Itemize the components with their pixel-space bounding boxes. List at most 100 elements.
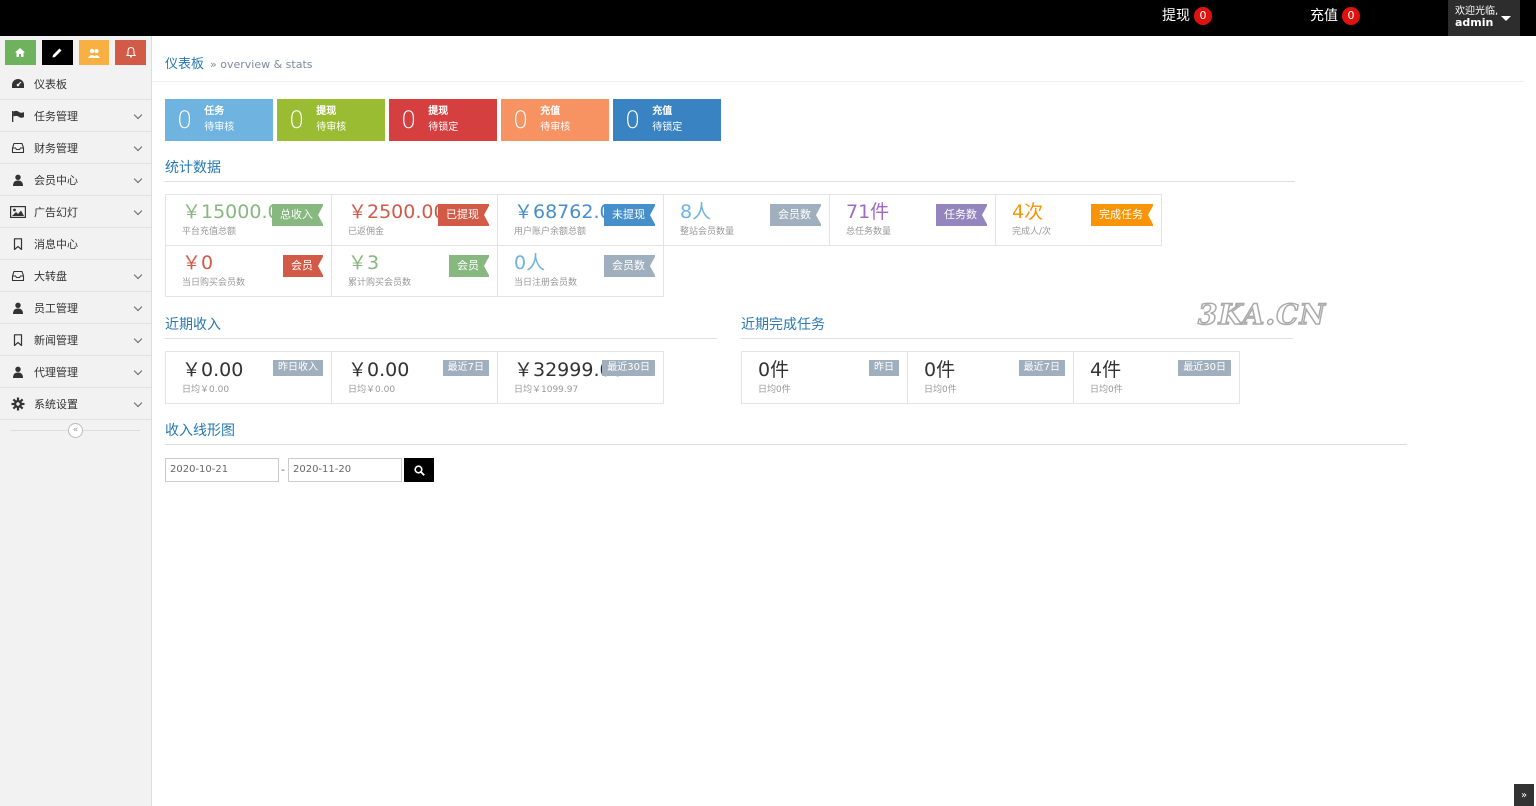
home-shortcut-button[interactable] bbox=[5, 40, 36, 65]
stat-ribbon: 会员 bbox=[283, 255, 324, 277]
bell-icon bbox=[125, 47, 136, 58]
chevron-down-icon bbox=[133, 142, 143, 152]
tile-label-line2: 待审核 bbox=[204, 122, 235, 133]
summary-tile[interactable]: 0 提现 待审核 bbox=[277, 99, 385, 141]
summary-tile[interactable]: 0 充值 待审核 bbox=[501, 99, 609, 141]
tile-count: 0 bbox=[625, 106, 641, 134]
user-icon bbox=[10, 301, 26, 315]
tile-label-line2: 待审核 bbox=[540, 122, 571, 133]
dashboard-icon bbox=[10, 77, 26, 91]
sidebar-item-10[interactable]: 系统设置 bbox=[0, 388, 151, 420]
page-title[interactable]: 仪表板 bbox=[165, 57, 204, 72]
box-description: 日均0件 bbox=[758, 385, 791, 395]
sidebar-item-5[interactable]: 消息中心 bbox=[0, 228, 151, 260]
sidebar-item-label: 新闻管理 bbox=[34, 333, 78, 347]
sidebar-item-label: 任务管理 bbox=[34, 109, 78, 123]
stats-row: ￥0 当日购买会员数 会员 ￥3 累计购买会员数 会员 0人 当日注册会员数 会员数 bbox=[165, 245, 1161, 297]
sidebar-item-2[interactable]: 财务管理 bbox=[0, 132, 151, 164]
period-tag: 最近7日 bbox=[442, 360, 489, 376]
sidebar-shortcuts bbox=[0, 36, 151, 68]
income-box: ￥0.00 日均￥0.00 昨日收入 bbox=[165, 351, 332, 404]
summary-tile[interactable]: 0 任务待审核 bbox=[165, 99, 273, 141]
tile-label-line2: 待锁定 bbox=[428, 122, 459, 133]
search-button[interactable] bbox=[404, 458, 434, 482]
tile-count: 0 bbox=[177, 106, 193, 134]
withdraw-notice[interactable]: 提现 0 bbox=[1162, 6, 1212, 26]
chevron-down-icon bbox=[133, 206, 143, 216]
box-description: 日均￥0.00 bbox=[348, 385, 396, 395]
box-description: 日均￥0.00 bbox=[182, 385, 230, 395]
period-tag: 最近7日 bbox=[1018, 360, 1065, 376]
sidebar-item-8[interactable]: 新闻管理 bbox=[0, 324, 151, 356]
tasks-box: 0件 日均0件 昨日 bbox=[741, 351, 908, 404]
divider bbox=[152, 81, 1524, 82]
stat-box: 8人 整站会员数量 会员数 bbox=[663, 194, 830, 246]
sidebar-collapse-row: « bbox=[0, 420, 151, 442]
pencil-icon bbox=[52, 48, 62, 57]
users-shortcut-button[interactable] bbox=[78, 40, 110, 65]
stat-ribbon: 会员 bbox=[449, 255, 490, 277]
sidebar-item-3[interactable]: 会员中心 bbox=[0, 164, 151, 196]
period-tag: 最近30日 bbox=[602, 360, 655, 376]
tile-label: 充值 待审核 bbox=[540, 104, 570, 136]
tile-label: 提现 待审核 bbox=[316, 104, 346, 136]
income-box: ￥32999.00 日均￥1099.97 最近30日 bbox=[497, 351, 664, 404]
chevron-down-icon bbox=[133, 398, 143, 408]
user-menu[interactable]: 欢迎光临, admin bbox=[1448, 0, 1520, 36]
stat-box: ￥3 累计购买会员数 会员 bbox=[331, 245, 498, 297]
date-from-input[interactable]: 2020-10-21 bbox=[165, 458, 279, 482]
edit-shortcut-button[interactable] bbox=[41, 40, 73, 65]
box-description: 日均￥1099.97 bbox=[514, 385, 579, 395]
chevron-down-icon bbox=[133, 334, 143, 344]
tile-label-line2: 待审核 bbox=[316, 122, 347, 133]
sidebar-item-6[interactable]: 大转盘 bbox=[0, 260, 151, 292]
tile-label-line1: 任务 bbox=[204, 106, 225, 117]
search-icon bbox=[413, 464, 425, 476]
inbox-icon bbox=[10, 141, 26, 155]
tasks-box: 0件 日均0件 最近7日 bbox=[907, 351, 1074, 404]
top-navbar: 提现 0 充值 0 欢迎光临, admin bbox=[0, 0, 1536, 36]
user-icon bbox=[10, 173, 26, 187]
period-tag: 昨日收入 bbox=[273, 360, 323, 376]
notification-shortcut-button[interactable] bbox=[115, 40, 146, 65]
sidebar-item-1[interactable]: 任务管理 bbox=[0, 100, 151, 132]
sidebar-item-label: 消息中心 bbox=[34, 237, 78, 251]
tile-count: 0 bbox=[513, 106, 529, 134]
income-chart-section-title: 收入线形图 bbox=[165, 423, 235, 439]
stat-box: ￥0 当日购买会员数 会员 bbox=[165, 245, 332, 297]
home-icon bbox=[15, 48, 26, 57]
sidebar-item-0[interactable]: 仪表板 bbox=[0, 68, 151, 100]
income-box: ￥0.00 日均￥0.00 最近7日 bbox=[331, 351, 498, 404]
period-tag: 最近30日 bbox=[1178, 360, 1231, 376]
cog-icon bbox=[10, 397, 26, 411]
income-section-title: 近期收入 bbox=[165, 317, 221, 333]
stat-ribbon: 总收入 bbox=[272, 204, 324, 226]
date-to-input[interactable]: 2020-11-20 bbox=[288, 458, 402, 482]
inbox-icon bbox=[10, 269, 26, 283]
summary-tile[interactable]: 0 提现 待锁定 bbox=[389, 99, 497, 141]
collapse-sidebar-button[interactable]: « bbox=[68, 423, 83, 438]
sidebar: 仪表板任务管理财务管理会员中心广告幻灯消息中心大转盘员工管理新闻管理代理管理 系统… bbox=[0, 36, 152, 806]
tile-count: 0 bbox=[289, 106, 305, 134]
sidebar-item-7[interactable]: 员工管理 bbox=[0, 292, 151, 324]
stats-grid: ￥15000.00 平台充值总额 总收入 ￥2500.00 已返佣金 已提现 ￥68762.… bbox=[165, 194, 1162, 297]
sidebar-item-label: 广告幻灯 bbox=[34, 205, 78, 219]
tile-count: 0 bbox=[401, 106, 417, 134]
recharge-notice[interactable]: 充值 0 bbox=[1310, 6, 1360, 26]
period-tag: 昨日 bbox=[869, 360, 899, 376]
stats-row: ￥15000.00 平台充值总额 总收入 ￥2500.00 已返佣金 已提现 ￥68762.… bbox=[165, 194, 1162, 246]
stat-ribbon: 任务数 bbox=[936, 204, 988, 226]
scroll-to-top-button[interactable]: » bbox=[1514, 784, 1534, 806]
sidebar-item-label: 大转盘 bbox=[34, 269, 67, 283]
bookmark-icon bbox=[10, 237, 26, 251]
stat-ribbon: 会员数 bbox=[770, 204, 822, 226]
sidebar-item-label: 会员中心 bbox=[34, 173, 78, 187]
recharge-label: 充值 bbox=[1310, 8, 1338, 24]
sidebar-item-4[interactable]: 广告幻灯 bbox=[0, 196, 151, 228]
divider bbox=[741, 338, 1293, 339]
sidebar-item-9[interactable]: 代理管理 bbox=[0, 356, 151, 388]
stat-ribbon: 已提现 bbox=[438, 204, 490, 226]
summary-tile[interactable]: 0 充值 待锁定 bbox=[613, 99, 721, 141]
recharge-badge: 0 bbox=[1342, 7, 1360, 25]
tile-label-line1: 充值 bbox=[652, 106, 673, 117]
